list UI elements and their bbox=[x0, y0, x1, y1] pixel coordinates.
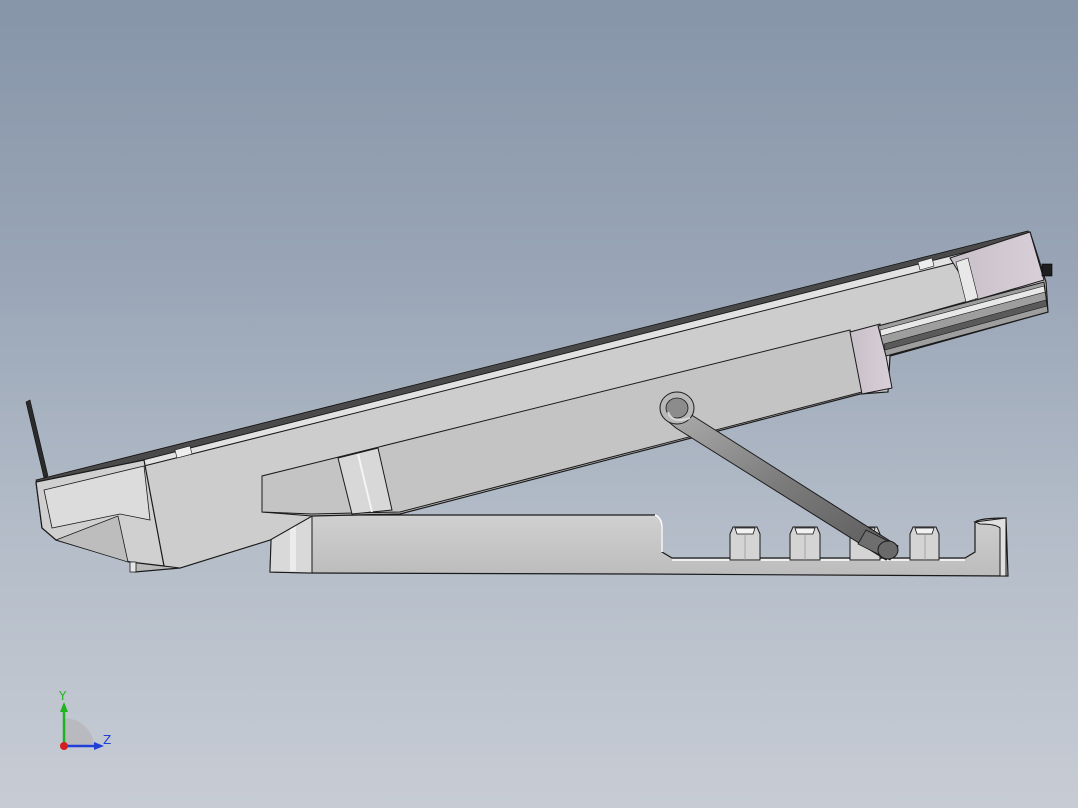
left-tab bbox=[25, 399, 49, 479]
stop-bump-1 bbox=[729, 526, 761, 561]
model-view[interactable]: Y Z bbox=[0, 0, 1078, 808]
graphics-area[interactable]: Y Z bbox=[0, 0, 1078, 808]
stop-bump-4 bbox=[909, 526, 940, 561]
x-axis-point bbox=[60, 742, 68, 750]
coordinate-triad: Y Z bbox=[58, 689, 111, 750]
connector-knob bbox=[1041, 263, 1053, 277]
z-axis-label: Z bbox=[103, 733, 111, 747]
stop-bump-2 bbox=[789, 526, 821, 561]
support-rod[interactable] bbox=[659, 391, 899, 561]
triad-quadrant bbox=[64, 717, 94, 746]
y-axis-label: Y bbox=[58, 689, 67, 703]
